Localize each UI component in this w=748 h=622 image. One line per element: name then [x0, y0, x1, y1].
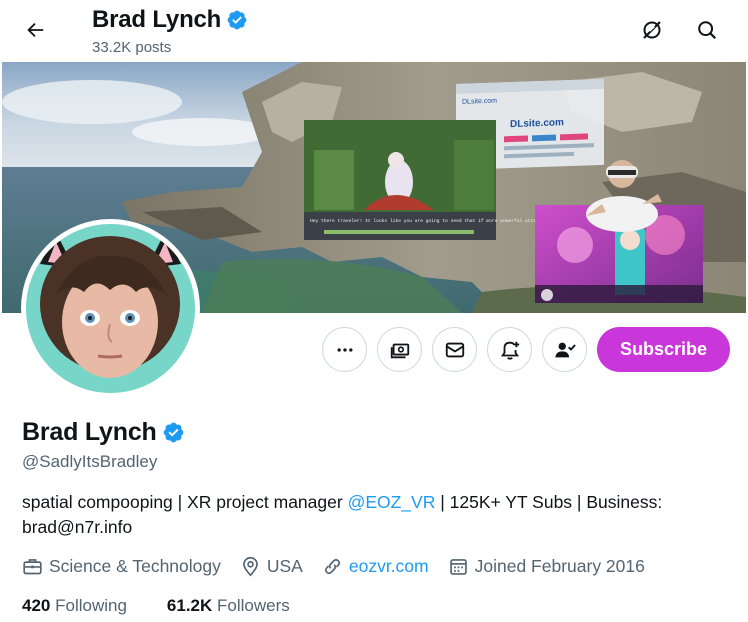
person-check-icon [554, 342, 576, 357]
profile-website: eozvr.com [322, 556, 429, 577]
following-label: Following [55, 596, 127, 615]
profile-display-name: Brad Lynch [22, 418, 157, 446]
header-post-count: 33.2K posts [92, 39, 172, 56]
followers-label: Followers [217, 596, 290, 615]
link-icon [324, 558, 340, 575]
avatar-image [26, 224, 195, 393]
verified-badge-icon[interactable] [162, 421, 185, 444]
calendar-icon [449, 559, 467, 575]
follow-stats: 420 Following 61.2K Followers [22, 596, 310, 616]
following-count: 420 [22, 596, 51, 615]
category-text: Science & Technology [49, 556, 221, 576]
banner-screen-title: DLsite.com [462, 98, 497, 106]
location-pin-icon [242, 556, 258, 577]
profile-name-row: Brad Lynch [22, 418, 185, 447]
followers-count: 61.2K [166, 596, 213, 615]
banner-game-dialogue: Hey there traveler! It looks like you ar… [310, 218, 545, 224]
bio-text-start: spatial compooping | XR project manager [22, 492, 348, 512]
profile-avatar[interactable] [21, 219, 200, 398]
header-name-row: Brad Lynch [92, 6, 248, 34]
bio-mention-link[interactable]: @EOZ_VR [348, 492, 436, 512]
more-icon [337, 347, 352, 352]
arrow-left-icon [27, 22, 44, 38]
back-button[interactable] [17, 12, 53, 48]
header-display-name: Brad Lynch [92, 6, 222, 33]
profile-category: Science & Technology [22, 556, 221, 577]
notifications-button[interactable] [487, 327, 532, 372]
following-link[interactable]: 420 Following [22, 596, 127, 616]
profile-bio: spatial compooping | XR project manager … [22, 490, 722, 540]
profile-handle: @SadlyItsBradley [22, 452, 158, 471]
profile-meta: Science & Technology USA eozvr.com Joine… [22, 556, 664, 577]
search-icon [698, 21, 717, 40]
tip-button[interactable] [377, 327, 422, 372]
bell-plus-icon [500, 341, 519, 360]
profile-joined: Joined February 2016 [448, 556, 645, 577]
subscribe-button[interactable]: Subscribe [597, 327, 730, 372]
briefcase-icon [23, 559, 42, 575]
envelope-icon [445, 342, 464, 357]
more-button[interactable] [322, 327, 367, 372]
grok-button[interactable] [634, 12, 670, 48]
profile-header: Brad Lynch 33.2K posts [0, 0, 748, 62]
message-button[interactable] [432, 327, 477, 372]
banner-screen-subtitle: DLsite.com [510, 117, 564, 130]
grok-icon [643, 21, 661, 39]
following-button[interactable] [542, 327, 587, 372]
search-button[interactable] [689, 12, 725, 48]
joined-text: Joined February 2016 [474, 556, 645, 576]
verified-badge-icon [227, 10, 247, 30]
location-text: USA [266, 556, 303, 576]
profile-location: USA [240, 556, 303, 577]
website-link[interactable]: eozvr.com [349, 556, 429, 577]
money-icon [390, 343, 409, 358]
followers-link[interactable]: 61.2K Followers [167, 596, 290, 616]
